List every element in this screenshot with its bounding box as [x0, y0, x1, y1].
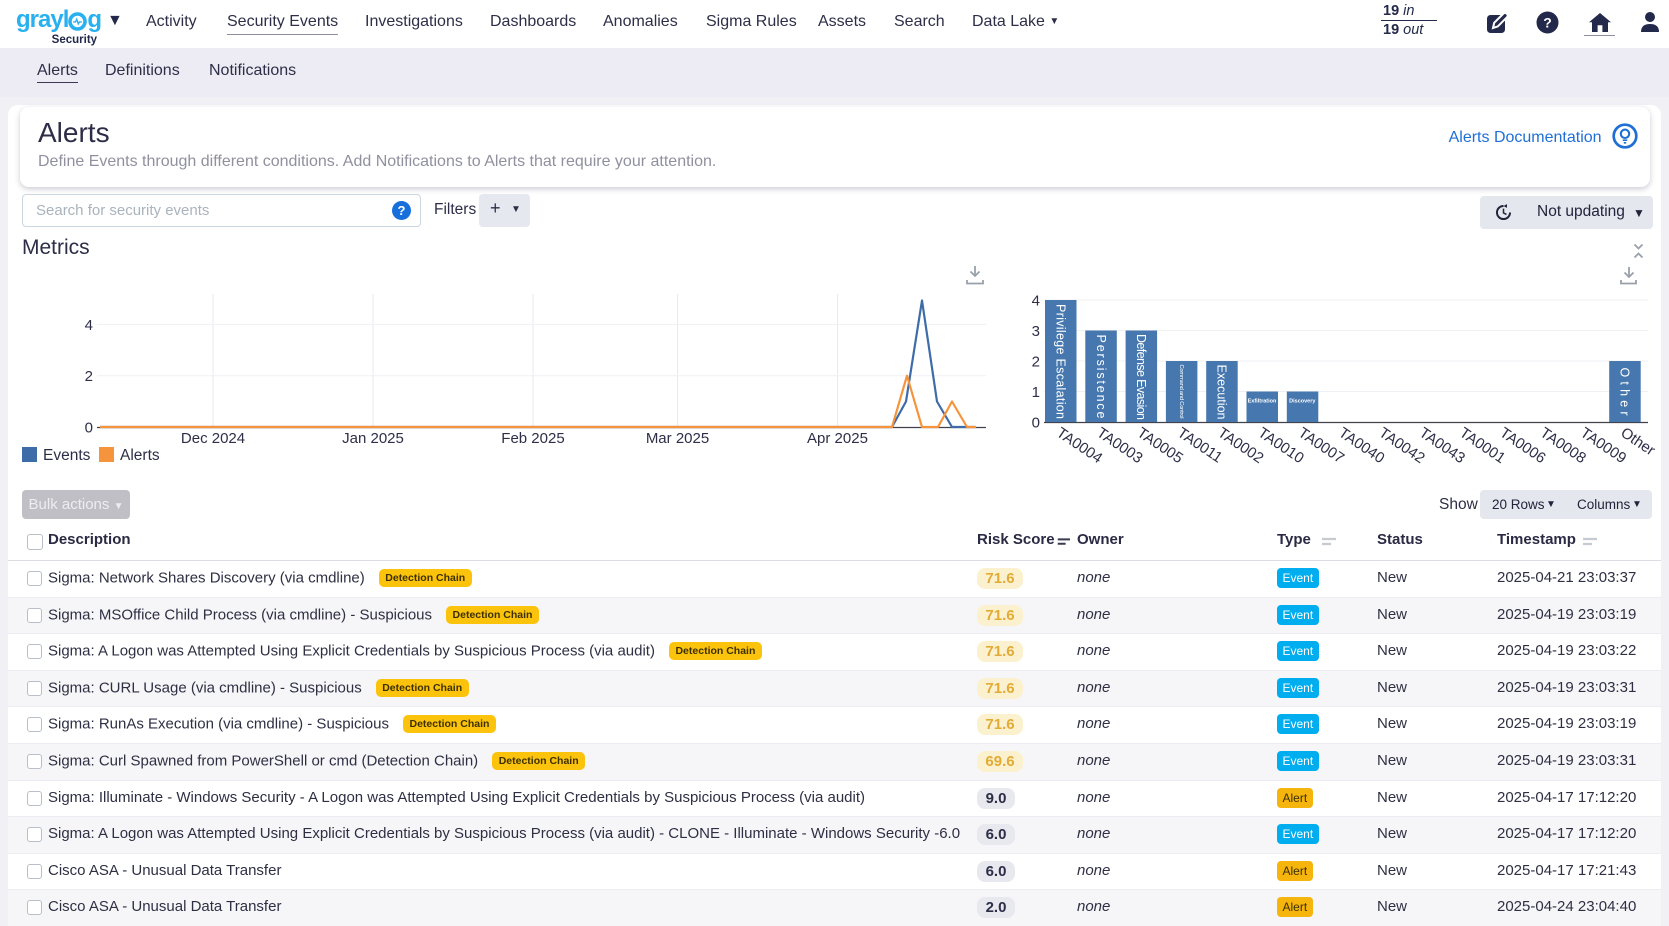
svg-text:Discovery: Discovery [1289, 399, 1316, 405]
svg-text:Jan 2025: Jan 2025 [342, 430, 404, 447]
svg-text:Defense Evasion: Defense Evasion [1134, 334, 1148, 420]
svg-text:TA0011: TA0011 [1174, 424, 1225, 466]
svg-text:2: 2 [1032, 354, 1040, 371]
svg-text:Mar 2025: Mar 2025 [646, 430, 709, 447]
svg-text:3: 3 [1032, 323, 1040, 340]
svg-text:Command and Control: Command and Control [1178, 365, 1184, 419]
svg-text:Persistence: Persistence [1094, 335, 1108, 419]
svg-text:Execution: Execution [1215, 365, 1229, 420]
svg-text:Privilege Escalation: Privilege Escalation [1054, 304, 1068, 419]
svg-text:Exfiltration: Exfiltration [1248, 399, 1277, 405]
svg-text:0: 0 [1032, 415, 1040, 432]
svg-text:Feb 2025: Feb 2025 [501, 430, 564, 447]
svg-text:0: 0 [85, 420, 93, 437]
svg-text:4: 4 [85, 317, 93, 334]
svg-text:?: ? [1543, 15, 1552, 31]
svg-text:Apr 2025: Apr 2025 [807, 430, 868, 447]
svg-text:2: 2 [85, 368, 93, 385]
svg-text:4: 4 [1032, 293, 1040, 310]
svg-text:1: 1 [1032, 384, 1040, 401]
svg-text:Dec 2024: Dec 2024 [181, 430, 245, 447]
